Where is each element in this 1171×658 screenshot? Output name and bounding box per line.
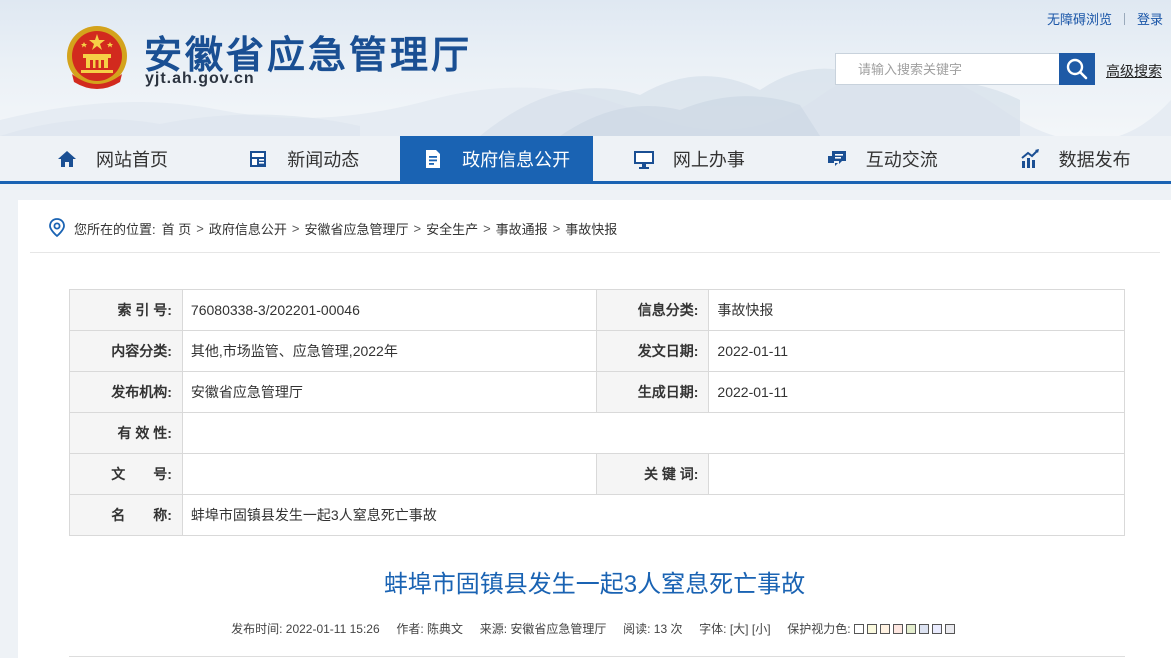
issue-date-value: 2022-01-11	[708, 330, 1125, 372]
nav-item-label: 网上办事	[672, 150, 745, 170]
monitor-icon	[633, 148, 655, 170]
eye-color-swatch[interactable]	[853, 624, 864, 634]
article-title: 蚌埠市固镇县发生一起3人窒息死亡事故	[383, 571, 806, 598]
table-row: 文 号: 关 键 词:	[69, 453, 1125, 495]
font-small-button[interactable]: [小]	[752, 622, 771, 636]
name-label: 名 称:	[69, 494, 183, 536]
index-label: 索 引 号:	[69, 289, 183, 331]
breadcrumb-home[interactable]: 首 页	[162, 219, 192, 238]
breadcrumb-separator: >	[291, 220, 300, 236]
table-row: 索 引 号: 76080338-3/202201-00046 信息分类: 事故快…	[69, 289, 1125, 331]
table-row: 名 称: 蚌埠市固镇县发生一起3人窒息死亡事故	[69, 494, 1126, 536]
nav-item-label: 网站首页	[96, 150, 168, 170]
main-nav: 网站首页 新闻动态 政府信息公开 网上办事 互动交流 数据发布	[0, 136, 1171, 182]
breadcrumb-separator: >	[483, 220, 491, 236]
publish-time: 2022-01-11 15:26	[285, 622, 380, 636]
content-category-label: 内容分类:	[69, 330, 183, 372]
top-links-divider	[1123, 12, 1125, 25]
created-date-label: 生成日期:	[595, 371, 710, 413]
top-links: 无障碍浏览 登录	[1047, 9, 1163, 28]
publisher-value: 安徽省应急管理厅	[181, 371, 597, 413]
breadcrumb-separator: >	[552, 220, 561, 236]
chart-icon	[1019, 148, 1041, 170]
index-value: 76080338-3/202201-00046	[181, 289, 597, 331]
search-icon	[1066, 58, 1088, 80]
nav-item-label: 数据发布	[1058, 150, 1131, 170]
news-icon	[247, 148, 269, 170]
author: 陈典文	[427, 622, 464, 636]
table-row: 内容分类: 其他,市场监管、应急管理,2022年 发文日期: 2022-01-1…	[69, 330, 1125, 372]
eye-protection-swatches	[853, 622, 958, 636]
nav-item-label: 新闻动态	[287, 150, 360, 170]
font-size-label: 字体:	[699, 622, 727, 636]
font-large-button[interactable]: [大]	[730, 622, 749, 636]
eye-color-swatch[interactable]	[944, 624, 955, 634]
article-meta: 发布时间: 2022-01-11 15:26 作者: 陈典文 来源: 安徽省应急…	[18, 620, 1171, 637]
nav-item-data-release[interactable]: 数据发布	[978, 136, 1171, 182]
search-button[interactable]	[1059, 53, 1095, 85]
nav-item-gov-info[interactable]: 政府信息公开	[399, 136, 593, 182]
nav-item-home[interactable]: 网站首页	[0, 136, 207, 182]
eye-color-swatch[interactable]	[931, 624, 942, 634]
table-row: 有 效 性:	[69, 412, 1126, 454]
validity-label: 有 效 性:	[69, 412, 183, 454]
category-value: 事故快报	[708, 289, 1125, 331]
advanced-search-link[interactable]: 高级搜索	[1106, 61, 1162, 81]
document-number-value	[181, 453, 597, 495]
nav-bottom-border	[0, 181, 1171, 184]
publisher-label: 发布机构:	[69, 371, 183, 413]
breadcrumb-accident-express[interactable]: 事故快报	[565, 219, 617, 238]
validity-value	[181, 412, 1126, 454]
login-link[interactable]: 登录	[1137, 9, 1163, 28]
nav-item-news[interactable]: 新闻动态	[207, 136, 400, 182]
content-panel: 您所在的位置: 首 页 > 政府信息公开 > 安徽省应急管理厅 > 安全生产 >…	[18, 200, 1171, 658]
views-label: 阅读:	[623, 622, 651, 636]
category-label: 信息分类:	[595, 289, 710, 331]
eye-color-swatch[interactable]	[905, 624, 916, 634]
table-row: 发布机构: 安徽省应急管理厅 生成日期: 2022-01-11	[69, 371, 1125, 413]
search-input[interactable]	[835, 53, 1060, 85]
info-metadata-table: 索 引 号: 76080338-3/202201-00046 信息分类: 事故快…	[69, 289, 1126, 536]
nav-item-label: 互动交流	[865, 150, 938, 170]
source: 安徽省应急管理厅	[510, 622, 607, 636]
breadcrumb-separator: >	[413, 220, 422, 236]
home-icon	[56, 148, 78, 170]
breadcrumb-department[interactable]: 安徽省应急管理厅	[304, 219, 408, 238]
issue-date-label: 发文日期:	[595, 330, 710, 372]
location-pin-icon	[48, 218, 66, 238]
source-label: 来源:	[479, 622, 508, 636]
breadcrumb-gov-info[interactable]: 政府信息公开	[209, 219, 287, 238]
site-domain: yjt.ah.gov.cn	[145, 70, 255, 87]
breadcrumb-accident-report[interactable]: 事故通报	[496, 219, 548, 238]
chat-icon	[826, 148, 848, 170]
eye-protection-label: 保护视力色:	[787, 622, 851, 636]
breadcrumb-prefix: 您所在的位置:	[74, 221, 156, 237]
nav-item-online-service[interactable]: 网上办事	[593, 136, 786, 182]
name-value: 蚌埠市固镇县发生一起3人窒息死亡事故	[181, 494, 1126, 536]
eye-color-swatch[interactable]	[918, 624, 929, 634]
document-icon	[422, 148, 444, 170]
author-label: 作者:	[396, 622, 424, 636]
content-category-value: 其他,市场监管、应急管理,2022年	[181, 330, 597, 372]
document-number-label: 文 号:	[69, 453, 183, 495]
created-date-value: 2022-01-11	[708, 371, 1125, 413]
keywords-value	[708, 453, 1125, 495]
keywords-label: 关 键 词:	[595, 453, 710, 495]
breadcrumb: 您所在的位置: 首 页 > 政府信息公开 > 安徽省应急管理厅 > 安全生产 >…	[48, 218, 617, 238]
breadcrumb-safety[interactable]: 安全生产	[426, 219, 478, 238]
site-header: 安徽省应急管理厅 yjt.ah.gov.cn 无障碍浏览 登录 高级搜索	[0, 0, 1171, 136]
content-bottom-divider	[69, 656, 1125, 657]
views-count: 13 次	[653, 622, 683, 636]
breadcrumb-separator: >	[196, 220, 204, 236]
eye-color-swatch[interactable]	[866, 624, 877, 634]
nav-item-interaction[interactable]: 互动交流	[785, 136, 978, 182]
breadcrumb-divider	[30, 252, 1160, 253]
eye-color-swatch[interactable]	[892, 624, 903, 634]
eye-color-swatch[interactable]	[879, 624, 890, 634]
accessibility-link[interactable]: 无障碍浏览	[1047, 9, 1112, 28]
publish-time-label: 发布时间:	[231, 622, 283, 636]
nav-item-label: 政府信息公开	[462, 150, 571, 170]
national-emblem-icon	[67, 26, 127, 89]
